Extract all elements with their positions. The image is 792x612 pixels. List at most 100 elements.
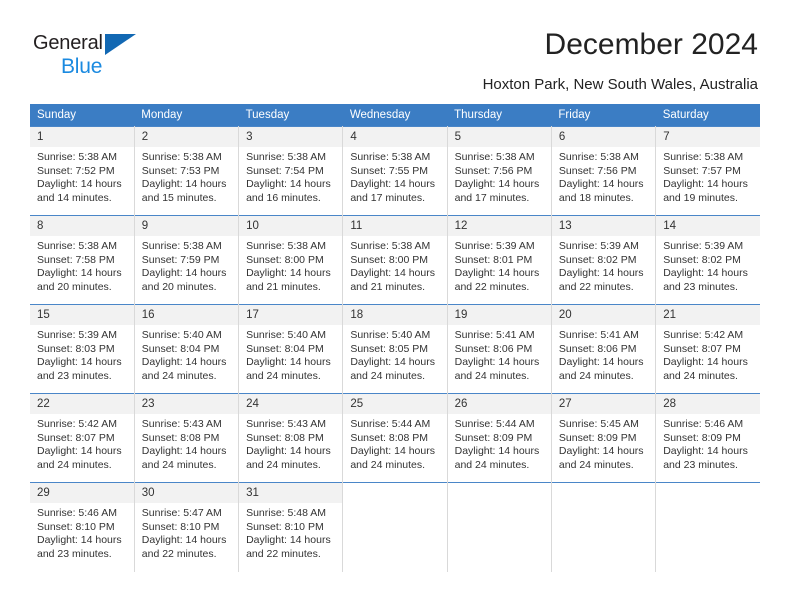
calendar-day-cell[interactable]: 25 Sunrise: 5:44 AM Sunset: 8:08 PM Dayligh… [342, 393, 448, 483]
daylight-text-line1: Daylight: 14 hours [37, 445, 122, 458]
sunset-text: Sunset: 8:10 PM [37, 520, 115, 533]
daylight-text-line2: and 15 minutes. [141, 191, 217, 204]
sunrise-text: Sunrise: 5:44 AM [454, 418, 535, 430]
calendar-day-cell[interactable]: 20 Sunrise: 5:41 AM Sunset: 8:06 PM Dayligh… [551, 304, 657, 394]
sunset-text: Sunset: 8:01 PM [454, 253, 533, 266]
calendar-day-cell[interactable]: 6 Sunrise: 5:38 AM Sunset: 7:56 PM Daylight… [551, 126, 657, 216]
sunrise-text: Sunrise: 5:47 AM [141, 507, 222, 519]
sunrise-text: Sunrise: 5:40 AM [246, 329, 327, 341]
day-number: 15 [30, 305, 134, 325]
calendar-day-cell[interactable]: 2 Sunrise: 5:38 AM Sunset: 7:53 PM Daylight… [134, 126, 240, 216]
sunrise-text: Sunrise: 5:38 AM [246, 151, 327, 163]
calendar-day-cell[interactable]: 7 Sunrise: 5:38 AM Sunset: 7:57 PM Daylight… [655, 126, 760, 216]
day-number: 24 [239, 394, 343, 414]
day-number: 10 [239, 216, 343, 236]
sunrise-text: Sunrise: 5:46 AM [663, 418, 744, 430]
calendar-day-cell[interactable]: 28 Sunrise: 5:46 AM Sunset: 8:09 PM Dayligh… [655, 393, 760, 483]
calendar-day-cell[interactable]: 11 Sunrise: 5:38 AM Sunset: 8:00 PM Dayligh… [342, 215, 448, 305]
calendar-day-cell[interactable]: 24 Sunrise: 5:43 AM Sunset: 8:08 PM Dayligh… [238, 393, 344, 483]
sunset-text: Sunset: 8:04 PM [141, 342, 220, 355]
sunset-text: Sunset: 8:09 PM [663, 431, 741, 444]
calendar-day-cell[interactable]: 30 Sunrise: 5:47 AM Sunset: 8:10 PM Dayligh… [134, 482, 240, 572]
daylight-text-line2: and 21 minutes. [350, 280, 426, 293]
daylight-text-line1: Daylight: 14 hours [663, 178, 748, 191]
page-subtitle: Hoxton Park, New South Wales, Australia [482, 76, 758, 93]
daylight-text-line1: Daylight: 14 hours [350, 178, 435, 191]
calendar-day-cell[interactable]: 13 Sunrise: 5:39 AM Sunset: 8:02 PM Dayligh… [551, 215, 657, 305]
day-number: 13 [551, 216, 656, 236]
weekday-header-thursday: Thursday [447, 104, 552, 127]
calendar-day-cell[interactable]: 4 Sunrise: 5:38 AM Sunset: 7:55 PM Daylight… [342, 126, 448, 216]
daylight-text-line1: Daylight: 14 hours [246, 356, 331, 369]
day-details: Sunrise: 5:40 AM Sunset: 8:04 PM Daylight:… [239, 325, 342, 383]
sunset-text: Sunset: 8:10 PM [246, 520, 324, 533]
sunrise-text: Sunrise: 5:43 AM [141, 418, 222, 430]
calendar-body: 1 Sunrise: 5:38 AM Sunset: 7:52 PM Daylight… [30, 126, 760, 572]
sunset-text: Sunset: 7:52 PM [37, 164, 115, 177]
day-details: Sunrise: 5:42 AM Sunset: 8:07 PM Daylight:… [30, 414, 134, 472]
day-number: 7 [656, 127, 760, 147]
day-number: 19 [447, 305, 551, 325]
day-details: Sunrise: 5:48 AM Sunset: 8:10 PM Daylight:… [239, 503, 342, 561]
sunrise-text: Sunrise: 5:38 AM [246, 240, 327, 252]
calendar-day-cell[interactable]: 14 Sunrise: 5:39 AM Sunset: 8:02 PM Dayligh… [655, 215, 760, 305]
daylight-text-line1: Daylight: 14 hours [37, 356, 122, 369]
calendar-day-cell[interactable]: 17 Sunrise: 5:40 AM Sunset: 8:04 PM Dayligh… [238, 304, 344, 394]
sunset-text: Sunset: 7:56 PM [558, 164, 637, 177]
calendar-day-cell[interactable]: 26 Sunrise: 5:44 AM Sunset: 8:09 PM Dayligh… [447, 393, 552, 483]
day-number: 18 [343, 305, 447, 325]
calendar-day-cell[interactable]: 12 Sunrise: 5:39 AM Sunset: 8:01 PM Dayligh… [447, 215, 552, 305]
calendar-empty-cell [342, 482, 448, 572]
day-details: Sunrise: 5:41 AM Sunset: 8:06 PM Daylight:… [448, 325, 551, 383]
sunset-text: Sunset: 8:05 PM [350, 342, 428, 355]
sunrise-text: Sunrise: 5:39 AM [663, 240, 744, 252]
calendar-day-cell[interactable]: 27 Sunrise: 5:45 AM Sunset: 8:09 PM Dayligh… [551, 393, 657, 483]
calendar-empty-cell [655, 482, 760, 572]
day-number: 16 [134, 305, 239, 325]
calendar-day-cell[interactable]: 8 Sunrise: 5:38 AM Sunset: 7:58 PM Daylight… [30, 215, 135, 305]
calendar-day-cell[interactable]: 15 Sunrise: 5:39 AM Sunset: 8:03 PM Dayligh… [30, 304, 135, 394]
day-details: Sunrise: 5:38 AM Sunset: 7:58 PM Daylight:… [30, 236, 134, 294]
calendar-day-cell[interactable]: 29 Sunrise: 5:46 AM Sunset: 8:10 PM Dayligh… [30, 482, 135, 572]
sunrise-text: Sunrise: 5:38 AM [141, 240, 222, 252]
calendar-day-cell[interactable]: 31 Sunrise: 5:48 AM Sunset: 8:10 PM Dayligh… [238, 482, 344, 572]
day-number: 5 [447, 127, 551, 147]
daylight-text-line2: and 24 minutes. [350, 369, 426, 382]
day-details: Sunrise: 5:39 AM Sunset: 8:02 PM Daylight:… [552, 236, 655, 294]
daylight-text-line1: Daylight: 14 hours [454, 267, 540, 280]
calendar-day-cell[interactable]: 23 Sunrise: 5:43 AM Sunset: 8:08 PM Dayligh… [134, 393, 240, 483]
calendar-day-cell[interactable]: 10 Sunrise: 5:38 AM Sunset: 8:00 PM Dayligh… [238, 215, 344, 305]
day-number: 21 [656, 305, 760, 325]
daylight-text-line2: and 19 minutes. [663, 191, 738, 204]
sunrise-text: Sunrise: 5:38 AM [663, 151, 744, 163]
logo-general-label: General [33, 32, 103, 54]
calendar-day-cell[interactable]: 3 Sunrise: 5:38 AM Sunset: 7:54 PM Daylight… [238, 126, 344, 216]
day-details: Sunrise: 5:43 AM Sunset: 8:08 PM Daylight:… [135, 414, 238, 472]
daylight-text-line2: and 24 minutes. [141, 369, 217, 382]
daylight-text-line2: and 14 minutes. [37, 191, 112, 204]
day-number: 22 [30, 394, 134, 414]
sunset-text: Sunset: 8:10 PM [141, 520, 220, 533]
calendar-day-cell[interactable]: 5 Sunrise: 5:38 AM Sunset: 7:56 PM Daylight… [447, 126, 552, 216]
sunset-text: Sunset: 8:04 PM [246, 342, 324, 355]
daylight-text-line1: Daylight: 14 hours [246, 267, 331, 280]
general-blue-logo: General Blue [33, 33, 173, 79]
calendar-day-cell[interactable]: 21 Sunrise: 5:42 AM Sunset: 8:07 PM Dayligh… [655, 304, 760, 394]
calendar-day-cell[interactable]: 9 Sunrise: 5:38 AM Sunset: 7:59 PM Daylight… [134, 215, 240, 305]
daylight-text-line1: Daylight: 14 hours [37, 267, 122, 280]
calendar-day-cell[interactable]: 1 Sunrise: 5:38 AM Sunset: 7:52 PM Daylight… [30, 126, 135, 216]
calendar-day-cell[interactable]: 22 Sunrise: 5:42 AM Sunset: 8:07 PM Dayligh… [30, 393, 135, 483]
calendar-day-cell[interactable]: 19 Sunrise: 5:41 AM Sunset: 8:06 PM Dayligh… [447, 304, 552, 394]
daylight-text-line2: and 20 minutes. [37, 280, 112, 293]
calendar-empty-cell [551, 482, 657, 572]
daylight-text-line1: Daylight: 14 hours [141, 356, 227, 369]
calendar-day-cell[interactable]: 16 Sunrise: 5:40 AM Sunset: 8:04 PM Dayligh… [134, 304, 240, 394]
page-title: December 2024 [544, 28, 758, 61]
calendar-day-cell[interactable]: 18 Sunrise: 5:40 AM Sunset: 8:05 PM Dayligh… [342, 304, 448, 394]
day-details: Sunrise: 5:45 AM Sunset: 8:09 PM Daylight:… [552, 414, 655, 472]
daylight-text-line2: and 23 minutes. [37, 369, 112, 382]
daylight-text-line1: Daylight: 14 hours [350, 445, 435, 458]
day-details: Sunrise: 5:38 AM Sunset: 7:56 PM Daylight:… [552, 147, 655, 205]
sunset-text: Sunset: 7:59 PM [141, 253, 220, 266]
sunrise-text: Sunrise: 5:38 AM [350, 240, 431, 252]
